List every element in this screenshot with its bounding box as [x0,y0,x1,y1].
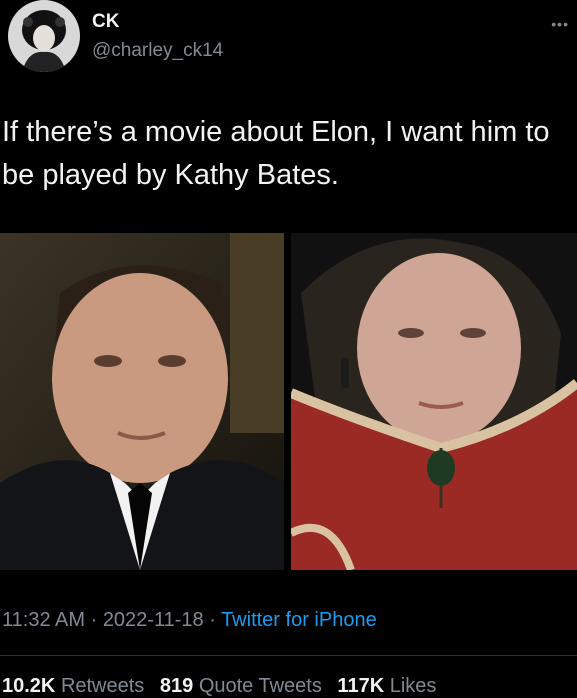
likes-stat[interactable]: 117K Likes [337,675,446,697]
photo-right[interactable] [291,233,577,570]
tweet-meta: 11:32 AM · 2022-11-18 · Twitter for iPho… [2,609,377,632]
more-options-icon[interactable]: ••• [551,16,569,32]
meta-separator: · [203,609,222,631]
avatar-image [8,0,80,72]
likes-label: Likes [389,675,437,697]
divider [0,655,577,656]
tweet-time[interactable]: 11:32 AM [2,609,85,631]
man-portrait-image [0,233,284,570]
display-name[interactable]: CK [92,11,119,33]
quote-tweets-stat[interactable]: 819 Quote Tweets [160,675,332,697]
retweets-count: 10.2K [2,675,56,697]
quote-tweets-label: Quote Tweets [198,675,322,697]
engagement-stats: 10.2K Retweets 819 Quote Tweets 117K Lik… [2,675,446,698]
retweets-stat[interactable]: 10.2K Retweets [2,675,154,697]
tweet-date[interactable]: 2022-11-18 [103,609,204,631]
tweet-text: If there’s a movie about Elon, I want hi… [2,116,550,191]
retweets-label: Retweets [60,675,145,697]
meta-separator: · [85,609,103,631]
photo-left[interactable] [0,233,284,570]
quote-tweets-count: 819 [159,675,194,697]
user-handle[interactable]: @charley_ck14 [92,40,223,62]
likes-count: 117K [337,675,385,697]
woman-portrait-image [291,233,577,570]
tweet-source-link[interactable]: Twitter for iPhone [221,609,377,631]
tweet-media[interactable] [0,233,577,570]
avatar[interactable] [8,0,80,72]
